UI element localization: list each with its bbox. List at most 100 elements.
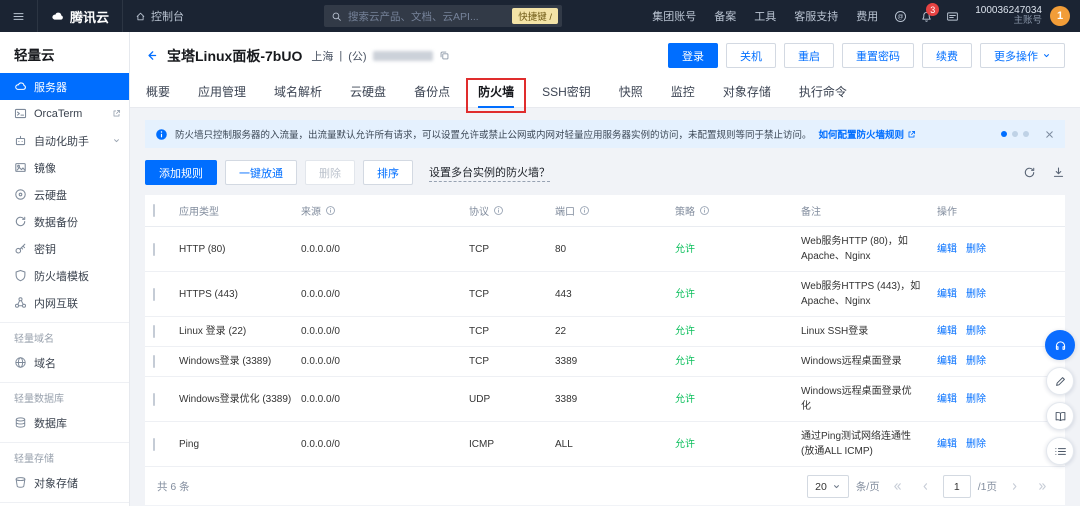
tab-backup-point[interactable]: 备份点	[414, 75, 450, 107]
delete-rule-link[interactable]: 删除	[966, 289, 986, 300]
sidebar-item-data-backup[interactable]: 数据备份	[0, 208, 129, 235]
edit-rule-link[interactable]: 编辑	[937, 244, 957, 255]
carousel-dot-2[interactable]	[1012, 131, 1018, 137]
sidebar-item-database[interactable]: 数据库	[0, 409, 129, 436]
delete-rule-link[interactable]: 删除	[966, 439, 986, 450]
multi-instance-firewall-link[interactable]: 设置多台实例的防火墙？	[429, 164, 550, 182]
tab-ssh-key[interactable]: SSH密钥	[542, 75, 591, 107]
sidebar-item-images[interactable]: 镜像	[0, 154, 129, 181]
shutdown-button[interactable]: 关机	[726, 43, 776, 68]
double-chevron-left-icon	[893, 483, 901, 490]
row-checkbox[interactable]	[153, 242, 155, 256]
select-all-checkbox[interactable]	[153, 204, 155, 217]
edit-rule-link[interactable]: 编辑	[937, 356, 957, 367]
console-link[interactable]: 控制台	[122, 0, 196, 32]
page-size-select[interactable]: 20	[807, 475, 849, 498]
sidebar-item-server[interactable]: 服务器	[0, 73, 129, 100]
row-checkbox[interactable]	[153, 355, 155, 368]
help-at-button[interactable]: @	[887, 0, 913, 32]
sidebar-item-ssh-keys[interactable]: 密钥	[0, 235, 129, 262]
nav-billing[interactable]: 费用	[847, 0, 887, 32]
firewall-content: 防火墙只控制服务器的入流量，出流量默认允许所有请求，可以设置允许或禁止公网或内网…	[130, 108, 1080, 506]
carousel-dot-1[interactable]	[1001, 131, 1007, 137]
documentation-button[interactable]	[1046, 402, 1074, 430]
cell-note: Web服务HTTPS (443)，如 Apache、Nginx	[793, 271, 929, 317]
more-actions-button[interactable]: 更多操作	[980, 43, 1065, 68]
back-button[interactable]	[145, 49, 158, 62]
row-checkbox[interactable]	[153, 287, 155, 301]
login-button[interactable]: 登录	[668, 43, 718, 68]
firewall-rules-help-link[interactable]: 如何配置防火墙规则	[819, 127, 917, 141]
edit-rule-link[interactable]: 编辑	[937, 439, 957, 450]
info-circle-icon[interactable]	[325, 205, 336, 216]
row-checkbox[interactable]	[153, 325, 155, 338]
sidebar-item-orcaterm[interactable]: OrcaTerm	[0, 100, 129, 127]
delete-rules-button[interactable]: 删除	[305, 160, 355, 185]
last-page-button[interactable]	[1032, 475, 1053, 498]
sidebar-item-automation-assistant[interactable]: 自动化助手	[0, 127, 129, 154]
brand-logo[interactable]: 腾讯云	[38, 7, 122, 26]
row-checkbox[interactable]	[153, 392, 155, 406]
first-page-button[interactable]	[887, 475, 908, 498]
tab-bar: 概要 应用管理 域名解析 云硬盘 备份点 防火墙 SSH密钥 快照 监控 对象存…	[130, 75, 1080, 113]
sidebar-section-storage: 轻量存储 对象存储	[0, 442, 129, 496]
cell-source: 0.0.0.0/0	[293, 346, 461, 377]
survey-list-button[interactable]	[1046, 437, 1074, 465]
sort-button[interactable]: 排序	[363, 160, 413, 185]
ticket-button[interactable]	[939, 0, 965, 32]
add-rule-button[interactable]: 添加规则	[145, 160, 217, 185]
notifications-button[interactable]: 3	[913, 0, 940, 32]
cell-protocol: TCP	[461, 271, 547, 317]
current-page-input[interactable]: 1	[942, 475, 971, 498]
info-circle-icon[interactable]	[579, 205, 590, 216]
tab-cloud-disk[interactable]: 云硬盘	[350, 75, 386, 107]
download-button[interactable]	[1052, 166, 1065, 179]
nav-group-account[interactable]: 集团账号	[643, 0, 705, 32]
tab-app-management[interactable]: 应用管理	[198, 75, 246, 107]
tab-dns[interactable]: 域名解析	[274, 75, 322, 107]
tab-overview[interactable]: 概要	[146, 75, 170, 107]
account-info[interactable]: 100036247034 主账号	[975, 5, 1042, 27]
tab-firewall[interactable]: 防火墙	[466, 75, 527, 113]
sidebar-item-firewall-templates[interactable]: 防火墙模板	[0, 262, 129, 289]
row-checkbox[interactable]	[153, 437, 155, 451]
table-row: Linux 登录 (22) 0.0.0.0/0 TCP 22 允许 Linux …	[145, 316, 1065, 347]
cell-protocol: UDP	[461, 376, 547, 422]
delete-rule-link[interactable]: 删除	[966, 394, 986, 405]
nav-tools[interactable]: 工具	[745, 0, 785, 32]
carousel-dot-3[interactable]	[1023, 131, 1029, 137]
tab-monitoring[interactable]: 监控	[671, 75, 695, 107]
restart-button[interactable]: 重启	[784, 43, 834, 68]
tab-object-storage[interactable]: 对象存储	[723, 75, 771, 107]
prev-page-button[interactable]	[915, 475, 936, 498]
reset-password-button[interactable]: 重置密码	[842, 43, 914, 68]
nav-icp-filing[interactable]: 备案	[705, 0, 745, 32]
search-input[interactable]: 搜索云产品、文档、云API... 快捷键 /	[324, 5, 563, 27]
edit-rule-link[interactable]: 编辑	[937, 326, 957, 337]
hamburger-menu-button[interactable]	[0, 0, 38, 32]
edit-rule-link[interactable]: 编辑	[937, 289, 957, 300]
tab-snapshot[interactable]: 快照	[619, 75, 643, 107]
nav-support[interactable]: 客服支持	[785, 0, 847, 32]
info-circle-icon[interactable]	[493, 205, 504, 216]
copy-ip-button[interactable]	[439, 50, 450, 61]
next-page-button[interactable]	[1004, 475, 1025, 498]
support-chat-button[interactable]	[1045, 330, 1075, 360]
open-all-button[interactable]: 一键放通	[225, 160, 297, 185]
edit-rule-link[interactable]: 编辑	[937, 394, 957, 405]
sidebar-item-intranet-connect[interactable]: 内网互联	[0, 289, 129, 316]
avatar[interactable]: 1	[1050, 6, 1070, 26]
refresh-button[interactable]	[1023, 166, 1036, 179]
sidebar-item-cloud-disk[interactable]: 云硬盘	[0, 181, 129, 208]
feedback-button[interactable]	[1046, 367, 1074, 395]
region-separator: |	[339, 49, 343, 62]
banner-close-button[interactable]	[1044, 129, 1055, 140]
renew-button[interactable]: 续费	[922, 43, 972, 68]
sidebar-item-domain[interactable]: 域名	[0, 349, 129, 376]
sidebar-item-object-storage[interactable]: 对象存储	[0, 469, 129, 496]
delete-rule-link[interactable]: 删除	[966, 356, 986, 367]
info-circle-icon[interactable]	[699, 205, 710, 216]
delete-rule-link[interactable]: 删除	[966, 326, 986, 337]
tab-run-command[interactable]: 执行命令	[799, 75, 847, 107]
delete-rule-link[interactable]: 删除	[966, 244, 986, 255]
